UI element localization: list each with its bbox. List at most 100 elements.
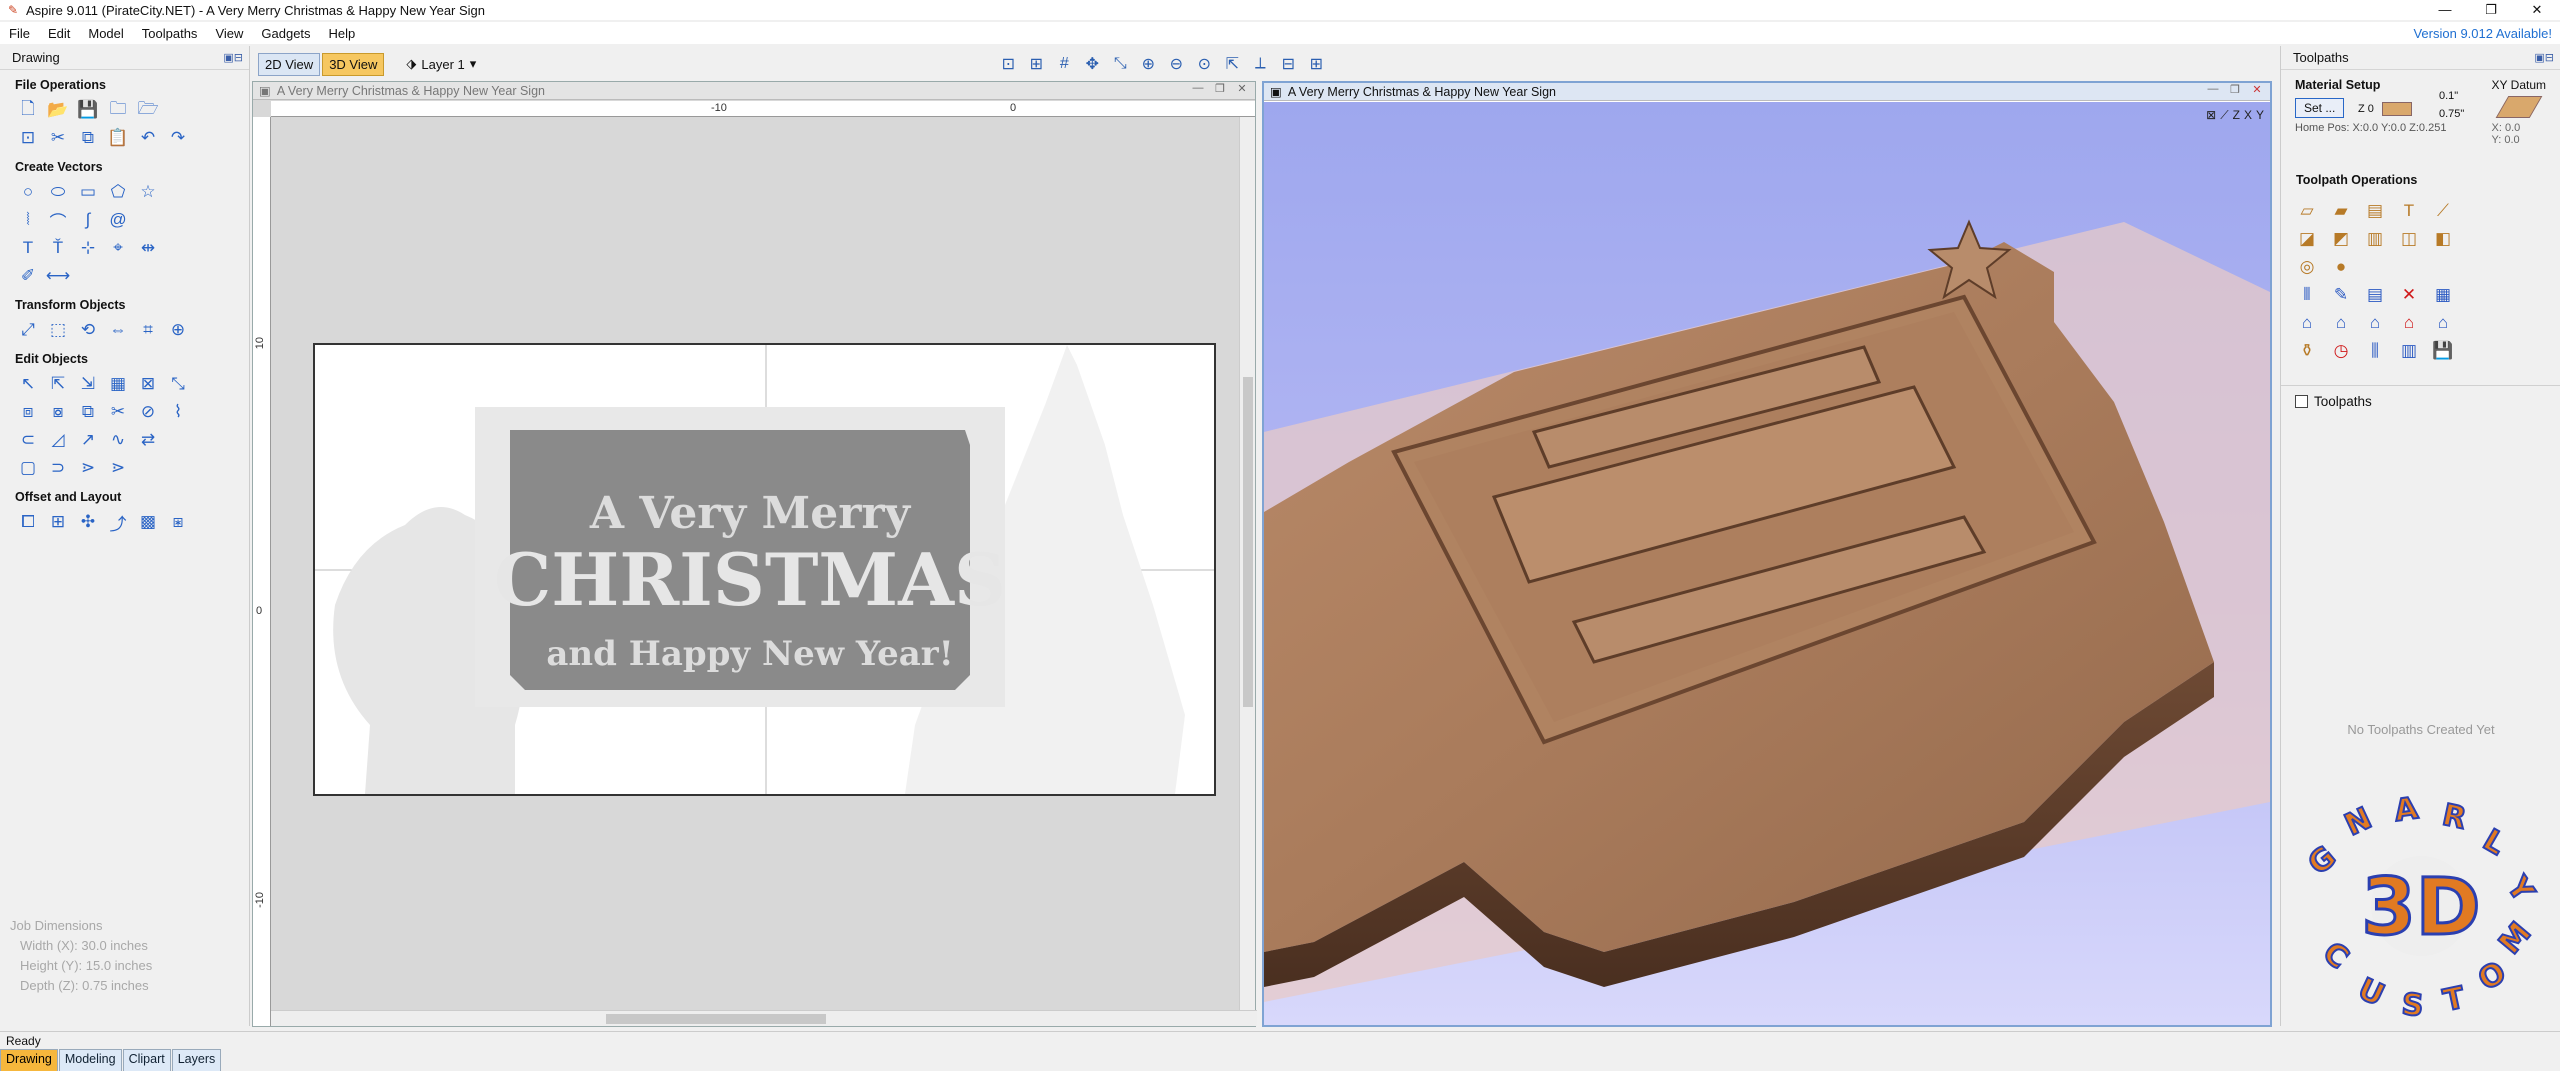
text-icon[interactable]: T [16, 236, 40, 260]
toolpaths-checkbox[interactable] [2295, 395, 2308, 408]
tab-layers[interactable]: Layers [171, 1049, 222, 1071]
bracket-icon[interactable]: ⊃ [46, 456, 70, 480]
extend-icon[interactable]: ↗ [76, 428, 100, 452]
node-edit-icon[interactable]: ⇱ [46, 372, 70, 396]
snap-icon[interactable]: ⊡ [996, 52, 1020, 76]
zoom-in-icon[interactable]: ⊕ [1136, 52, 1160, 76]
canvas-3d[interactable]: ⊠ ⟋ Z X Y [1264, 102, 2270, 1025]
curve-fit-icon[interactable]: ∿ [106, 428, 130, 452]
job-setup-icon[interactable]: ⊡ [16, 126, 40, 150]
rotate-icon[interactable]: ⟲ [76, 318, 100, 342]
cut-icon[interactable]: ✂ [46, 126, 70, 150]
roughing-toolpath-icon[interactable]: ◎ [2295, 255, 2319, 279]
view-2d-window[interactable]: ▣ A Very Merry Christmas & Happy New Yea… [252, 81, 1323, 1027]
star-icon[interactable]: ☆ [136, 180, 160, 204]
redo-icon[interactable]: ↷ [166, 126, 190, 150]
pin-icon[interactable]: ▣⊟ [2534, 51, 2554, 64]
open-folder-icon[interactable]: 🗀 [106, 98, 130, 122]
layout-icon[interactable]: ⧆ [166, 510, 190, 534]
dogbone-icon[interactable]: ⋗ [76, 456, 100, 480]
move-icon[interactable]: ⤢ [16, 318, 40, 342]
inlay-toolpath-icon[interactable]: ◫ [2397, 227, 2421, 251]
draw-tool-icon[interactable]: ✐ [16, 264, 40, 288]
material-set-button[interactable]: Set ... [2295, 98, 2345, 118]
pan-icon[interactable]: ✥ [1080, 52, 1104, 76]
vertical-scrollbar[interactable] [1239, 117, 1255, 1010]
layer-dropdown[interactable]: ⬗ Layer 1 ▾ [406, 56, 476, 72]
mirror-icon[interactable]: ⇔ [106, 318, 130, 342]
vcarve-toolpath-icon[interactable]: T [2397, 199, 2421, 223]
time-estimate-icon[interactable]: ◷ [2329, 339, 2353, 363]
text-box-icon[interactable]: Ť [46, 236, 70, 260]
fillet-icon[interactable]: ⊂ [16, 428, 40, 452]
close-icon[interactable]: ✕ [2248, 83, 2266, 96]
y-view-icon[interactable]: Y [2256, 108, 2264, 123]
tab-icon[interactable]: ⇄ [136, 428, 160, 452]
subtract-icon[interactable]: ⧇ [46, 400, 70, 424]
finishing-toolpath-icon[interactable]: ● [2329, 255, 2353, 279]
save-toolpath-icon[interactable]: 💾 [2431, 339, 2455, 363]
tool-database-icon[interactable]: ⫴ [2295, 283, 2319, 307]
calculator-icon[interactable]: ▦ [2431, 283, 2455, 307]
polyline-icon[interactable]: ⦚ [16, 208, 40, 232]
dimension-icon[interactable]: ⇹ [136, 236, 160, 260]
array-icon[interactable]: ⊞ [46, 510, 70, 534]
measure-icon[interactable]: ⟷ [46, 264, 70, 288]
engrave-toolpath-icon[interactable]: ⟋ [2431, 199, 2455, 223]
weld-icon[interactable]: ⧈ [16, 400, 40, 424]
polygon-icon[interactable]: ⬠ [106, 180, 130, 204]
ellipse-icon[interactable]: ⬭ [46, 180, 70, 204]
circular-array-icon[interactable]: ✣ [76, 510, 100, 534]
menu-help[interactable]: Help [320, 26, 365, 41]
tab-modeling[interactable]: Modeling [58, 1049, 122, 1071]
distort-icon[interactable]: ⌗ [136, 318, 160, 342]
text-arc-icon[interactable]: ⌖ [106, 236, 130, 260]
delete-toolpath-icon[interactable]: ✕ [2397, 283, 2421, 307]
measure-tool-icon[interactable]: ⟂ [1248, 52, 1272, 76]
paste-icon[interactable]: 📋 [106, 126, 130, 150]
recalculate-icon[interactable]: ⌂ [2295, 311, 2319, 335]
menu-file[interactable]: File [0, 26, 39, 41]
split-vertical-icon[interactable]: ⊞ [1304, 52, 1328, 76]
split-horizontal-icon[interactable]: ⊟ [1276, 52, 1300, 76]
scale-icon[interactable]: ⬚ [46, 318, 70, 342]
tiling-icon[interactable]: ⌂ [2363, 311, 2387, 335]
job-canvas[interactable]: A Very Merry CHRISTMAS and Happy New Yea… [313, 343, 1216, 796]
smooth-icon[interactable]: ⌇ [166, 400, 190, 424]
join-icon[interactable]: ⤡ [166, 372, 190, 396]
intersect-icon[interactable]: ⧉ [76, 400, 100, 424]
summary-icon[interactable]: ⫼ [2363, 339, 2387, 363]
close-vector-icon[interactable]: ⊘ [136, 400, 160, 424]
ungroup-icon[interactable]: ⊠ [136, 372, 160, 396]
texture-toolpath-icon[interactable]: ▥ [2363, 227, 2387, 251]
align-icon[interactable]: ⊕ [166, 318, 190, 342]
offset-icon[interactable]: ⧠ [16, 510, 40, 534]
menu-edit[interactable]: Edit [39, 26, 79, 41]
horizontal-scrollbar[interactable] [271, 1010, 1257, 1026]
pocket-toolpath-icon[interactable]: ▰ [2329, 199, 2353, 223]
tab-clipart[interactable]: Clipart [122, 1049, 171, 1071]
restore-icon[interactable]: ❐ [1211, 82, 1229, 95]
z-view-icon[interactable]: Z [2233, 108, 2240, 123]
version-notice-link[interactable]: Version 9.012 Available! [2413, 26, 2552, 41]
save-icon[interactable]: 💾 [76, 98, 100, 122]
iso-view-icon[interactable]: ⟋ [2220, 108, 2228, 123]
menu-toolpaths[interactable]: Toolpaths [133, 26, 207, 41]
tab-drawing[interactable]: Drawing [0, 1049, 58, 1071]
reset-icon[interactable]: ⌂ [2397, 311, 2421, 335]
vector-texture-icon[interactable]: ⋗ [106, 456, 130, 480]
x-view-icon[interactable]: X [2244, 108, 2252, 123]
minimize-icon[interactable]: — [2204, 83, 2222, 96]
curve-icon[interactable]: ∫ [76, 208, 100, 232]
minimize-icon[interactable]: — [1189, 82, 1207, 95]
zoom-box-icon[interactable]: ⤡ [1108, 52, 1132, 76]
close-icon[interactable]: ✕ [2514, 0, 2560, 20]
select-icon[interactable]: ↖ [16, 372, 40, 396]
select-mode-icon[interactable]: ⇱ [1220, 52, 1244, 76]
view-3d-window[interactable]: ▣ A Very Merry Christmas & Happy New Yea… [1262, 81, 2272, 1027]
tab-3d-view[interactable]: 3D View [322, 52, 385, 76]
interactive-select-icon[interactable]: ⇲ [76, 372, 100, 396]
zoom-out-icon[interactable]: ⊖ [1164, 52, 1188, 76]
templates-icon[interactable]: ▤ [2363, 283, 2387, 307]
copy-icon[interactable]: ⧉ [76, 126, 100, 150]
